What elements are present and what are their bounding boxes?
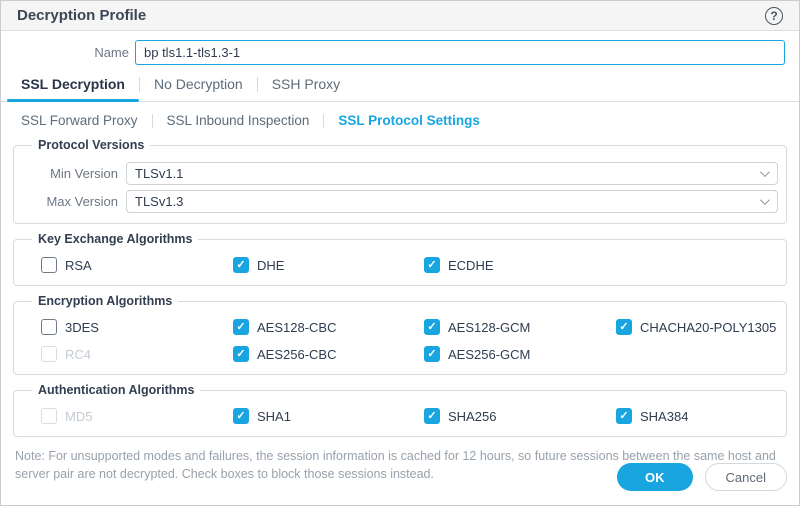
authentication-group: Authentication Algorithms ✓ MD5 ✓ SHA1 ✓…: [13, 383, 787, 437]
checkbox-ecdhe[interactable]: ✓ ECDHE: [424, 255, 616, 275]
max-version-label: Max Version: [46, 194, 118, 209]
checkbox-sha256[interactable]: ✓ SHA256: [424, 406, 616, 426]
tab-label: No Decryption: [154, 76, 243, 92]
checkbox-label: SHA256: [448, 408, 497, 424]
checkbox-box: ✓: [424, 346, 440, 362]
checkbox-sha1[interactable]: ✓ SHA1: [233, 406, 424, 426]
checkbox-chacha20-poly1305[interactable]: ✓ CHACHA20-POLY1305: [616, 317, 778, 337]
checkbox-box: ✓: [424, 319, 440, 335]
checkbox-box: ✓: [424, 408, 440, 424]
checkbox-label: MD5: [65, 408, 93, 424]
check-icon: ✓: [619, 320, 629, 333]
max-version-select[interactable]: TLSv1.3: [126, 190, 778, 213]
checkbox-aes256-cbc[interactable]: ✓ AES256-CBC: [233, 344, 424, 364]
checkbox-rsa[interactable]: ✓ RSA: [41, 255, 233, 275]
min-version-select[interactable]: TLSv1.1: [126, 162, 778, 185]
chevron-down-icon: [759, 167, 770, 178]
checkbox-box: ✓: [616, 319, 632, 335]
check-icon: ✓: [236, 409, 246, 422]
main-tabs: SSL Decryption No Decryption SSH Proxy: [1, 73, 799, 102]
checkbox-box: ✓: [233, 346, 249, 362]
checkbox-sha384[interactable]: ✓ SHA384: [616, 406, 778, 426]
check-icon: ✓: [619, 409, 629, 422]
checkbox-box: ✓: [41, 346, 57, 362]
dialog-footer: OK Cancel: [617, 463, 787, 491]
checkbox-label: RC4: [65, 346, 92, 362]
checkbox-box: ✓: [41, 408, 57, 424]
max-version-row: Max Version TLSv1.3: [30, 190, 778, 213]
checkbox-label: DHE: [257, 257, 285, 273]
name-label: Name: [94, 45, 129, 60]
ssl-decryption-subtabs: SSL Forward Proxy SSL Inbound Inspection…: [1, 111, 799, 130]
key-exchange-legend: Key Exchange Algorithms: [38, 232, 193, 246]
key-exchange-grid: ✓ RSA ✓ DHE ✓ ECDHE: [30, 255, 778, 275]
tab-ssl-decryption[interactable]: SSL Decryption: [7, 73, 139, 102]
check-icon: ✓: [236, 320, 246, 333]
key-exchange-group: Key Exchange Algorithms ✓ RSA ✓ DHE ✓ EC…: [13, 232, 787, 286]
checkbox-label: SHA1: [257, 408, 291, 424]
protocol-versions-group: Protocol Versions Min Version TLSv1.1 Ma…: [13, 138, 787, 224]
checkbox-rc4[interactable]: ✓ RC4: [41, 344, 233, 364]
tab-ssh-proxy[interactable]: SSH Proxy: [258, 73, 354, 101]
checkbox-aes128-gcm[interactable]: ✓ AES128-GCM: [424, 317, 616, 337]
tab-label: SSH Proxy: [271, 76, 341, 92]
checkbox-label: 3DES: [65, 319, 99, 335]
checkbox-aes128-cbc[interactable]: ✓ AES128-CBC: [233, 317, 424, 337]
subtab-ssl-protocol-settings[interactable]: SSL Protocol Settings: [324, 111, 494, 130]
dialog-titlebar: Decryption Profile ?: [1, 1, 799, 31]
subtab-label: SSL Protocol Settings: [338, 113, 480, 128]
checkbox-box: ✓: [41, 319, 57, 335]
tab-label: SSL Decryption: [21, 76, 125, 92]
checkbox-dhe[interactable]: ✓ DHE: [233, 255, 424, 275]
encryption-legend: Encryption Algorithms: [38, 294, 173, 308]
encryption-group: Encryption Algorithms ✓ 3DES ✓ AES128-CB…: [13, 294, 787, 375]
min-version-row: Min Version TLSv1.1: [30, 162, 778, 185]
checkbox-box: ✓: [233, 319, 249, 335]
checkbox-label: AES256-CBC: [257, 346, 337, 362]
authentication-grid: ✓ MD5 ✓ SHA1 ✓ SHA256 ✓ SHA384: [30, 406, 778, 426]
subtab-ssl-inbound-inspection[interactable]: SSL Inbound Inspection: [153, 111, 324, 130]
check-icon: ✓: [427, 258, 437, 271]
checkbox-label: AES128-GCM: [448, 319, 531, 335]
checkbox-label: SHA384: [640, 408, 689, 424]
chevron-down-icon: [759, 195, 770, 206]
check-icon: ✓: [236, 347, 246, 360]
checkbox-aes256-gcm[interactable]: ✓ AES256-GCM: [424, 344, 616, 364]
name-row: Name: [1, 40, 799, 65]
decryption-profile-dialog: Decryption Profile ? Name SSL Decryption…: [0, 0, 800, 506]
check-icon: ✓: [427, 409, 437, 422]
checkbox-box: ✓: [616, 408, 632, 424]
checkbox-label: RSA: [65, 257, 92, 273]
checkbox-label: AES256-GCM: [448, 346, 531, 362]
min-version-value: TLSv1.1: [135, 166, 184, 181]
authentication-legend: Authentication Algorithms: [38, 383, 195, 397]
ok-button[interactable]: OK: [617, 463, 693, 491]
check-icon: ✓: [236, 258, 246, 271]
checkbox-3des[interactable]: ✓ 3DES: [41, 317, 233, 337]
encryption-grid: ✓ 3DES ✓ AES128-CBC ✓ AES128-GCM ✓ CHACH…: [30, 317, 778, 364]
min-version-label: Min Version: [50, 166, 118, 181]
subtab-label: SSL Forward Proxy: [21, 113, 138, 128]
protocol-versions-legend: Protocol Versions: [38, 138, 145, 152]
checkbox-box: ✓: [424, 257, 440, 273]
name-input[interactable]: [135, 40, 785, 65]
help-icon[interactable]: ?: [765, 6, 783, 25]
tab-no-decryption[interactable]: No Decryption: [140, 73, 257, 101]
checkbox-md5[interactable]: ✓ MD5: [41, 406, 233, 426]
checkbox-label: ECDHE: [448, 257, 494, 273]
checkbox-label: AES128-CBC: [257, 319, 337, 335]
check-icon: ✓: [427, 347, 437, 360]
subtab-ssl-forward-proxy[interactable]: SSL Forward Proxy: [21, 111, 152, 130]
cancel-button[interactable]: Cancel: [704, 463, 787, 491]
max-version-value: TLSv1.3: [135, 194, 184, 209]
subtab-label: SSL Inbound Inspection: [166, 113, 310, 128]
checkbox-box: ✓: [233, 408, 249, 424]
dialog-title: Decryption Profile: [17, 7, 147, 24]
checkbox-label: CHACHA20-POLY1305: [640, 319, 777, 335]
check-icon: ✓: [427, 320, 437, 333]
checkbox-box: ✓: [41, 257, 57, 273]
checkbox-box: ✓: [233, 257, 249, 273]
